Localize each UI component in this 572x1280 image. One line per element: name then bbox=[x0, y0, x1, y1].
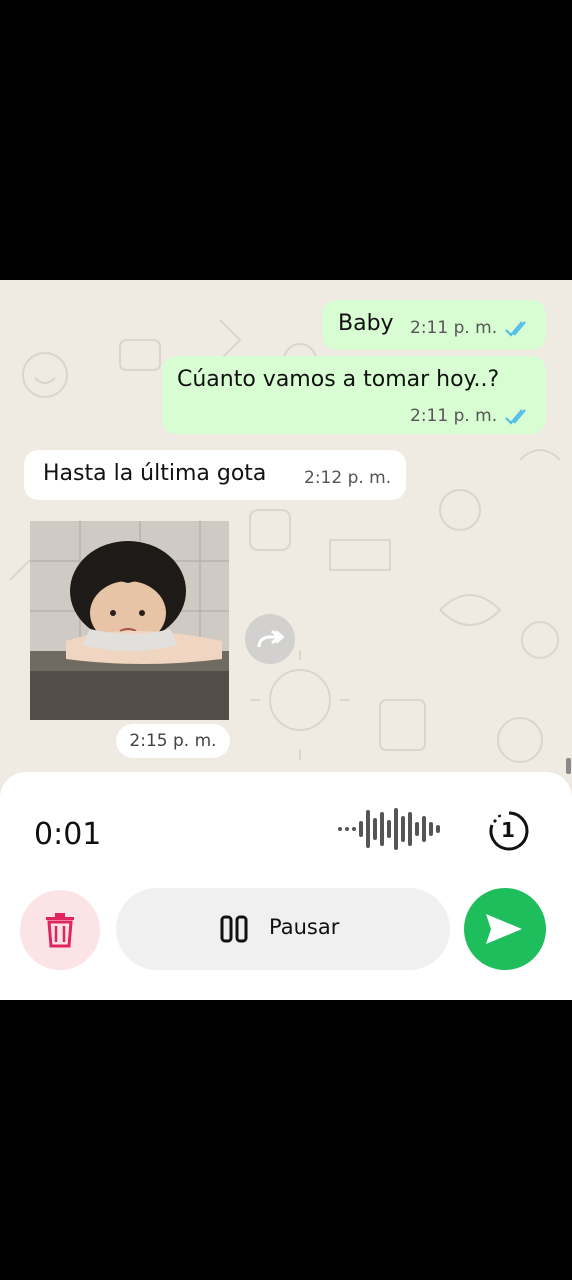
message-time: 2:12 p. m. bbox=[304, 468, 392, 488]
double-check-icon bbox=[505, 321, 526, 337]
view-once-button[interactable]: 1 bbox=[488, 810, 530, 852]
voice-recorder-panel: 0:01 1 Pausar bbox=[0, 772, 572, 1000]
send-icon bbox=[486, 914, 522, 944]
recording-duration: 0:01 bbox=[34, 817, 102, 852]
chat-screen: Baby 2:11 p. m. Cúanto vamos a tomar hoy… bbox=[0, 280, 572, 1000]
message-text: Baby bbox=[338, 311, 394, 336]
double-check-icon bbox=[505, 409, 526, 425]
sticker-image bbox=[30, 521, 229, 720]
message-time: 2:11 p. m. bbox=[410, 318, 498, 338]
sticker-time: 2:15 p. m. bbox=[116, 724, 230, 758]
message-text: Cúanto vamos a tomar hoy..? bbox=[177, 367, 500, 392]
incoming-message[interactable]: Hasta la última gota 2:12 p. m. bbox=[24, 450, 406, 500]
waveform-icon bbox=[338, 808, 440, 850]
outgoing-message[interactable]: Cúanto vamos a tomar hoy..? 2:11 p. m. bbox=[162, 356, 546, 434]
scrollbar-thumb[interactable] bbox=[566, 758, 571, 774]
view-once-label: 1 bbox=[501, 818, 515, 842]
pause-label: Pausar bbox=[269, 915, 340, 939]
forward-button[interactable] bbox=[245, 614, 295, 664]
trash-icon bbox=[46, 913, 74, 948]
delete-recording-button[interactable] bbox=[20, 890, 100, 970]
message-time: 2:11 p. m. bbox=[410, 406, 498, 426]
pause-icon bbox=[220, 915, 248, 943]
pause-recording-button[interactable]: Pausar bbox=[116, 888, 450, 970]
crying-child-sticker[interactable] bbox=[30, 521, 229, 720]
send-button[interactable] bbox=[464, 888, 546, 970]
forward-icon bbox=[257, 629, 284, 648]
outgoing-message[interactable]: Baby 2:11 p. m. bbox=[322, 300, 546, 350]
message-text: Hasta la última gota bbox=[43, 461, 267, 486]
